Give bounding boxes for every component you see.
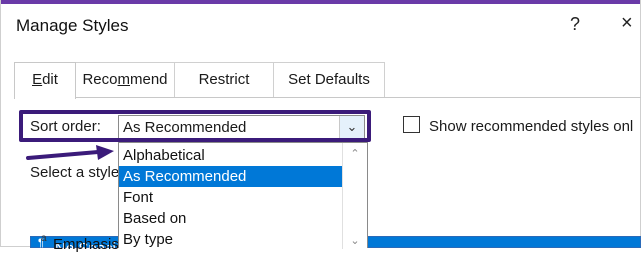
annotation-arrow-icon bbox=[26, 145, 114, 160]
tab-restrict[interactable]: Restrict bbox=[174, 62, 274, 97]
scroll-up-icon[interactable]: ⌃ bbox=[343, 147, 367, 160]
tab-restrict-label: Restrict bbox=[198, 71, 250, 88]
sort-option-font[interactable]: Font bbox=[119, 187, 343, 208]
tab-content-border bbox=[14, 97, 641, 98]
tab-edit[interactable]: Edit bbox=[14, 62, 76, 99]
tab-set-defaults-label: Set Defaults bbox=[288, 71, 370, 88]
sort-option-based-on[interactable]: Based on bbox=[119, 208, 343, 229]
sort-option-by-type[interactable]: By type bbox=[119, 229, 343, 250]
help-button[interactable]: ? bbox=[570, 14, 580, 35]
style-list-item-emphasis[interactable]: Emphasis bbox=[53, 236, 119, 253]
select-style-label: Select a style bbox=[30, 164, 118, 181]
sort-option-as-recommended[interactable]: As Recommended bbox=[119, 166, 343, 187]
tab-recommend[interactable]: Recommend bbox=[75, 62, 175, 97]
show-recommended-label: Show recommended styles onl bbox=[429, 118, 634, 135]
annotation-highlight-box bbox=[19, 110, 371, 142]
dialog-title: Manage Styles bbox=[16, 16, 129, 35]
character-style-icon: a bbox=[41, 233, 47, 244]
tab-bar: Edit Recommend Restrict Set Defaults bbox=[14, 62, 385, 99]
sort-option-alphabetical[interactable]: Alphabetical bbox=[119, 145, 343, 166]
scroll-down-icon[interactable]: ⌄ bbox=[343, 234, 367, 247]
tab-set-defaults[interactable]: Set Defaults bbox=[273, 62, 385, 97]
tab-edit-label: Edit bbox=[32, 71, 58, 88]
close-button[interactable]: × bbox=[621, 12, 633, 35]
sort-order-dropdown-list: Alphabetical As Recommended Font Based o… bbox=[118, 142, 368, 250]
dropdown-scrollbar[interactable]: ⌃ ⌄ bbox=[342, 143, 367, 249]
tab-recommend-label: Recommend bbox=[82, 71, 168, 88]
show-recommended-checkbox[interactable] bbox=[403, 116, 420, 133]
